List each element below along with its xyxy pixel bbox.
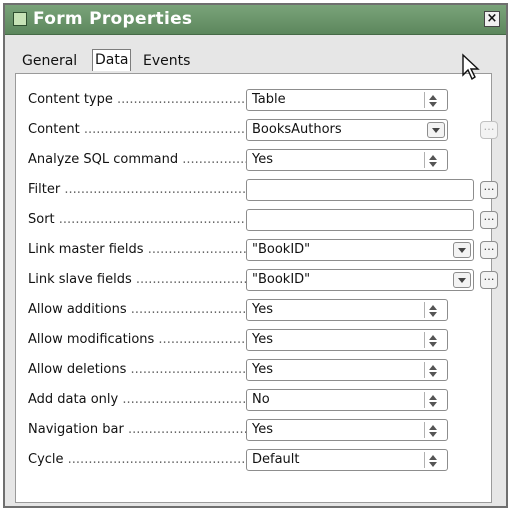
content-combobox[interactable]: BooksAuthors (246, 119, 448, 141)
allow-modifications-value: Yes (252, 332, 273, 347)
analyze-sql-label: Analyze SQL command (28, 152, 246, 167)
allow-modifications-select[interactable]: Yes (246, 329, 448, 351)
analyze-sql-select[interactable]: Yes (246, 149, 448, 171)
link-slave-browse-button[interactable]: … (480, 271, 498, 289)
link-slave-label: Link slave fields (28, 272, 246, 287)
data-properties-panel: Content type Table Content BooksAuthors … (15, 73, 498, 503)
mouse-pointer-icon (462, 53, 480, 81)
allow-additions-value: Yes (252, 302, 273, 317)
property-row-add-data-only: Add data only No (16, 389, 491, 413)
allow-additions-select[interactable]: Yes (246, 299, 448, 321)
cycle-select[interactable]: Default (246, 449, 448, 471)
property-row-content: Content BooksAuthors … (16, 119, 498, 143)
allow-deletions-select[interactable]: Yes (246, 359, 448, 381)
add-data-only-select[interactable]: No (246, 389, 448, 411)
property-row-link-master: Link master fields "BookID" … (16, 239, 498, 263)
content-value: BooksAuthors (252, 122, 342, 137)
spin-arrows-icon[interactable] (424, 332, 439, 348)
spin-arrows-icon[interactable] (424, 152, 439, 168)
content-type-value: Table (252, 92, 286, 107)
sort-browse-button[interactable]: … (480, 211, 498, 229)
property-row-allow-modifications: Allow modifications Yes (16, 329, 491, 353)
spin-arrows-icon[interactable] (424, 362, 439, 378)
tab-events[interactable]: Events (143, 52, 190, 70)
link-slave-combobox[interactable]: "BookID" (246, 269, 474, 291)
property-row-link-slave: Link slave fields "BookID" … (16, 269, 498, 293)
allow-deletions-value: Yes (252, 362, 273, 377)
chevron-down-icon[interactable] (453, 242, 471, 258)
form-icon (13, 12, 27, 26)
spin-arrows-icon[interactable] (424, 452, 439, 468)
tab-general[interactable]: General (22, 52, 77, 70)
link-slave-value: "BookID" (252, 272, 311, 287)
cycle-value: Default (252, 452, 300, 467)
property-row-allow-deletions: Allow deletions Yes (16, 359, 491, 383)
property-row-sort: Sort … (16, 209, 498, 233)
sort-input[interactable] (246, 209, 474, 231)
form-properties-window: Form Properties × General Data Events Co… (3, 3, 508, 508)
navigation-bar-select[interactable]: Yes (246, 419, 448, 441)
property-row-filter: Filter … (16, 179, 498, 203)
filter-label: Filter (28, 182, 246, 197)
tab-data[interactable]: Data (92, 49, 132, 71)
spin-arrows-icon[interactable] (424, 392, 439, 408)
link-master-value: "BookID" (252, 242, 311, 257)
navigation-bar-label: Navigation bar (28, 422, 246, 437)
sort-label: Sort (28, 212, 246, 227)
spin-arrows-icon[interactable] (424, 422, 439, 438)
chevron-down-icon[interactable] (427, 122, 445, 138)
property-row-content-type: Content type Table (16, 89, 491, 113)
add-data-only-value: No (252, 392, 270, 407)
content-type-label: Content type (28, 92, 246, 107)
allow-deletions-label: Allow deletions (28, 362, 246, 377)
property-row-cycle: Cycle Default (16, 449, 491, 473)
content-label: Content (28, 122, 246, 137)
spin-arrows-icon[interactable] (424, 92, 439, 108)
filter-browse-button[interactable]: … (480, 181, 498, 199)
property-row-allow-additions: Allow additions Yes (16, 299, 491, 323)
filter-input[interactable] (246, 179, 474, 201)
allow-modifications-label: Allow modifications (28, 332, 246, 347)
allow-additions-label: Allow additions (28, 302, 246, 317)
navigation-bar-value: Yes (252, 422, 273, 437)
title-bar[interactable]: Form Properties × (5, 5, 506, 35)
chevron-down-icon[interactable] (453, 272, 471, 288)
window-title: Form Properties (33, 9, 193, 29)
spin-arrows-icon[interactable] (424, 302, 439, 318)
content-type-select[interactable]: Table (246, 89, 448, 111)
analyze-sql-value: Yes (252, 152, 273, 167)
property-row-analyze-sql: Analyze SQL command Yes (16, 149, 491, 173)
cycle-label: Cycle (28, 452, 246, 467)
add-data-only-label: Add data only (28, 392, 246, 407)
close-button[interactable]: × (484, 11, 500, 27)
link-master-combobox[interactable]: "BookID" (246, 239, 474, 261)
link-master-browse-button[interactable]: … (480, 241, 498, 259)
content-browse-button[interactable]: … (480, 121, 498, 139)
property-row-navigation-bar: Navigation bar Yes (16, 419, 491, 443)
link-master-label: Link master fields (28, 242, 246, 257)
